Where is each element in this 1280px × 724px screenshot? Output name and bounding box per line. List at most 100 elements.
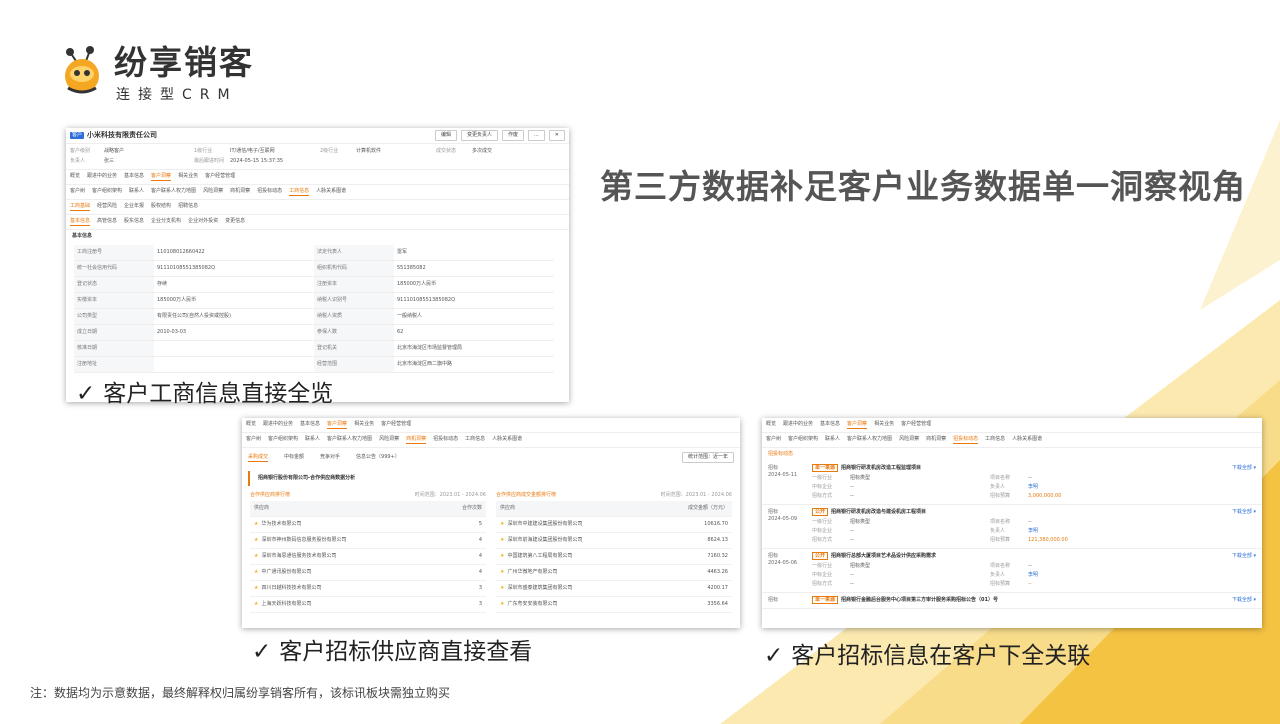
bid-field-value: 招标类型 xyxy=(850,519,871,525)
basic-tab[interactable]: 高管信息 xyxy=(97,218,117,226)
header-action-button[interactable]: 作废 xyxy=(502,130,525,141)
insight-tab[interactable]: 联系人 xyxy=(305,436,320,444)
table-row[interactable]: ★ 广东粤安安装有限公司 3356.64 xyxy=(496,597,732,613)
business-tab[interactable]: 经营风险 xyxy=(97,203,117,211)
bid-field-label: 项目名称 xyxy=(990,519,1011,525)
supplier-name: 深圳市前海建设集团股份有限公司 xyxy=(507,537,583,543)
insight-tab[interactable]: 客户组织架构 xyxy=(788,436,818,444)
detail-tab[interactable]: 基本信息 xyxy=(124,173,144,181)
bid-title[interactable]: 招商银行研发机房改造工程监理项目 xyxy=(841,465,921,471)
insight-tab[interactable]: 商机洞察 xyxy=(230,188,250,196)
section-title: 基本信息 xyxy=(72,233,93,239)
table-row[interactable]: ★ 四川日越科技技术有限公司 3 xyxy=(250,581,486,597)
bid-item[interactable]: 招标 2024-05-09 公开 招商银行研发机房改造与建设机房工程项目 下载全部 ▾ 一… xyxy=(762,505,1262,549)
insight-tab[interactable]: 客户联系人权力地图 xyxy=(327,436,372,444)
detail-tab[interactable]: 客户洞察 xyxy=(327,421,348,429)
detail-tab[interactable]: 基本信息 xyxy=(820,421,840,429)
detail-tab[interactable]: 相关业务 xyxy=(354,421,374,429)
insight-tab[interactable]: 联系人 xyxy=(825,436,840,444)
opportunity-tab[interactable]: 采购成交 xyxy=(248,454,269,462)
bid-title[interactable]: 招商银行金融后台服务中心项目第三方审计服务采购招标公告（01）号 xyxy=(841,597,998,603)
insight-tab[interactable]: 人脉关系图谱 xyxy=(1012,436,1042,444)
table-row[interactable]: ★ 华为技术有限公司 5 xyxy=(250,517,486,533)
basic-tab[interactable]: 股东信息 xyxy=(124,218,144,226)
header-action-button[interactable]: ✕ xyxy=(548,130,565,141)
insight-tab[interactable]: 商机洞察 xyxy=(926,436,946,444)
insight-tab[interactable]: 招投标动态 xyxy=(953,436,979,444)
insight-tab[interactable]: 客户树 xyxy=(246,436,261,444)
detail-tab[interactable]: 跟进中的业务 xyxy=(263,421,293,429)
insight-tab[interactable]: 工商信息 xyxy=(985,436,1005,444)
table-row[interactable]: ★ 深圳市盛泰建筑集团有限公司 4200.17 xyxy=(496,581,732,597)
detail-tab[interactable]: 跟进中的业务 xyxy=(783,421,813,429)
bid-item[interactable]: 招标 2024-05-11 单一来源 招商银行研发机房改造工程监理项目 下载全部 ▾ 一级… xyxy=(762,461,1262,505)
insight-tab[interactable]: 招投标动态 xyxy=(433,436,458,444)
basic-tab[interactable]: 企业对外投资 xyxy=(188,218,218,226)
table-row[interactable]: ★ 深圳市神州数码信息服务股份有限公司 4 xyxy=(250,533,486,549)
opportunity-tab[interactable]: 中标金额 xyxy=(284,454,304,462)
stat-range-select[interactable]: 统计范围：近一年 xyxy=(681,452,734,463)
insight-tab[interactable]: 工商信息 xyxy=(289,188,310,196)
field-value: 185000万人民币 xyxy=(154,293,314,309)
insight-tab[interactable]: 客户组织架构 xyxy=(92,188,122,196)
detail-tab[interactable]: 客户洞察 xyxy=(847,421,868,429)
insight-tab[interactable]: 风险洞察 xyxy=(379,436,399,444)
basic-tab[interactable]: 基本信息 xyxy=(70,218,91,226)
insight-tab[interactable]: 客户树 xyxy=(766,436,781,444)
bid-title[interactable]: 招商银行研发机房改造与建设机房工程项目 xyxy=(831,509,926,515)
detail-tab[interactable]: 概览 xyxy=(766,421,776,429)
detail-tab[interactable]: 概览 xyxy=(246,421,256,429)
rank-icon: ★ xyxy=(500,601,505,607)
download-all-button[interactable]: 下载全部 ▾ xyxy=(1232,597,1256,604)
insight-tab[interactable]: 客户树 xyxy=(70,188,85,196)
table-row[interactable]: ★ 中广通讯股份有限公司 4 xyxy=(250,565,486,581)
download-all-button[interactable]: 下载全部 ▾ xyxy=(1232,553,1256,560)
table-row[interactable]: ★ 深圳市前海建设集团股份有限公司 8624.13 xyxy=(496,533,732,549)
bid-item[interactable]: 招标 2024-05-06 公开 招商银行总部大厦项目艺术品设计供应采购需求 下载全部 … xyxy=(762,549,1262,593)
insight-tab[interactable]: 工商信息 xyxy=(465,436,485,444)
insight-tab[interactable]: 风险洞察 xyxy=(203,188,223,196)
ranking-range: 时间范围：2023.01 - 2024.06 xyxy=(414,492,486,498)
detail-tab[interactable]: 概览 xyxy=(70,173,80,181)
insight-tab[interactable]: 联系人 xyxy=(129,188,144,196)
table-row[interactable]: ★ 深圳市中建建设集团股份有限公司 10616.70 xyxy=(496,517,732,533)
insight-tab[interactable]: 人脉关系图谱 xyxy=(492,436,522,444)
detail-tab[interactable]: 跟进中的业务 xyxy=(87,173,117,181)
table-row[interactable]: ★ 上海天跃科技有限公司 3 xyxy=(250,597,486,613)
download-all-button[interactable]: 下载全部 ▾ xyxy=(1232,465,1256,472)
detail-tab[interactable]: 客户经营管理 xyxy=(381,421,411,429)
insight-tab[interactable]: 客户联系人权力地图 xyxy=(847,436,892,444)
business-tab[interactable]: 工商基础 xyxy=(70,203,91,211)
detail-tab[interactable]: 客户经营管理 xyxy=(901,421,931,429)
insight-tab[interactable]: 人脉关系图谱 xyxy=(316,188,346,196)
header-action-button[interactable]: ... xyxy=(528,130,545,141)
insight-tab[interactable]: 招投标动态 xyxy=(257,188,282,196)
basic-tab[interactable]: 变更信息 xyxy=(225,218,245,226)
business-tab[interactable]: 招聘信息 xyxy=(178,203,198,211)
business-tab[interactable]: 企业年报 xyxy=(124,203,144,211)
bid-date: 招标 2024-05-06 xyxy=(768,553,812,588)
business-tab[interactable]: 股权结构 xyxy=(151,203,171,211)
bid-field-label: 一级行业 xyxy=(812,519,833,525)
header-action-button[interactable]: 编辑 xyxy=(434,130,457,141)
insight-tab[interactable]: 商机洞察 xyxy=(406,436,427,444)
opportunity-tab[interactable]: 竞争对手 xyxy=(320,454,340,462)
table-row[interactable]: ★ 深圳市海思通信服务技术有限公司 4 xyxy=(250,549,486,565)
basic-tab[interactable]: 企业分支机构 xyxy=(151,218,181,226)
bid-item[interactable]: 招标 单一来源 招商银行金融后台服务中心项目第三方审计服务采购招标公告（01）号 下载… xyxy=(762,593,1262,609)
download-all-button[interactable]: 下载全部 ▾ xyxy=(1232,509,1256,516)
insight-tab[interactable]: 客户联系人权力地图 xyxy=(151,188,196,196)
detail-tab[interactable]: 相关业务 xyxy=(874,421,894,429)
bid-title[interactable]: 招商银行总部大厦项目艺术品设计供应采购需求 xyxy=(831,553,936,559)
field-label: 纳税人资质 xyxy=(314,309,394,325)
insight-tab[interactable]: 客户组织架构 xyxy=(268,436,298,444)
insight-tab[interactable]: 风险洞察 xyxy=(899,436,919,444)
header-action-button[interactable]: 变更负责人 xyxy=(460,130,498,141)
detail-tab[interactable]: 相关业务 xyxy=(178,173,198,181)
table-row[interactable]: ★ 广州华微地产有限公司 4463.26 xyxy=(496,565,732,581)
opportunity-tab[interactable]: 信息公告（999+） xyxy=(356,454,400,462)
detail-tab[interactable]: 客户洞察 xyxy=(151,173,172,181)
detail-tab[interactable]: 基本信息 xyxy=(300,421,320,429)
table-row[interactable]: ★ 中国建筑第八工程局有限公司 7160.32 xyxy=(496,549,732,565)
detail-tab[interactable]: 客户经营管理 xyxy=(205,173,235,181)
